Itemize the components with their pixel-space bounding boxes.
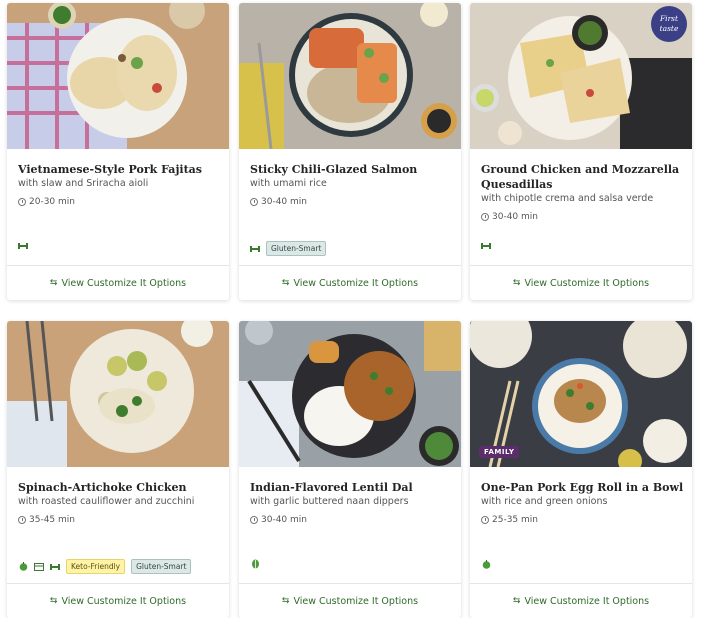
recipe-tags [481,559,491,569]
recipe-card[interactable]: Vietnamese-Style Pork Fajitas with slaw … [7,3,229,300]
gluten-smart-badge: Gluten-Smart [131,559,192,574]
swap-arrows-icon: ⇆ [512,278,521,288]
cook-time-text: 25-35 min [492,515,538,525]
customize-options-label: View Customize It Options [293,277,419,289]
keto-friendly-badge: Keto-Friendly [66,559,126,574]
recipe-card[interactable]: Indian-Flavored Lentil Dal with garlic b… [239,321,461,618]
recipe-title[interactable]: Indian-Flavored Lentil Dal [250,480,455,495]
dumbbell-icon [481,241,491,251]
customize-options-label: View Customize It Options [61,277,187,289]
cook-time-text: 30-40 min [261,515,307,525]
recipe-image[interactable] [7,3,229,149]
recipe-subtitle: with rice and green onions [481,496,608,507]
customize-options-link[interactable]: ⇆ View Customize It Options [239,266,461,300]
clock-icon [481,516,489,524]
leaf-icon [250,559,260,569]
recipe-subtitle: with roasted cauliflower and zucchini [18,496,195,507]
recipe-title[interactable]: Ground Chicken and Mozzarella Quesadilla… [481,162,686,192]
clock-icon [250,198,258,206]
recipe-tags: Gluten-Smart [250,241,327,256]
clock-icon [18,198,26,206]
recipe-title[interactable]: Sticky Chili-Glazed Salmon [250,162,455,177]
apple-icon [18,562,28,572]
swap-arrows-icon: ⇆ [281,596,290,606]
cook-time: 30-40 min [481,212,538,222]
recipe-title[interactable]: Vietnamese-Style Pork Fajitas [18,162,223,177]
swap-arrows-icon: ⇆ [49,596,58,606]
swap-arrows-icon: ⇆ [281,278,290,288]
dumbbell-icon [250,244,260,254]
recipe-tags [250,559,260,569]
gluten-smart-badge: Gluten-Smart [266,241,327,256]
cook-time-text: 35-45 min [29,515,75,525]
recipe-card[interactable]: Sticky Chili-Glazed Salmon with umami ri… [239,3,461,300]
container-icon [34,562,44,572]
recipe-tags [18,241,28,251]
recipe-grid: Vietnamese-Style Pork Fajitas with slaw … [0,0,703,618]
swap-arrows-icon: ⇆ [49,278,58,288]
recipe-title[interactable]: One-Pan Pork Egg Roll in a Bowl [481,480,686,495]
recipe-image[interactable] [239,321,461,467]
cook-time: 25-35 min [481,515,538,525]
recipe-subtitle: with umami rice [250,178,327,189]
apple-icon [481,559,491,569]
cook-time-text: 20-30 min [29,197,75,207]
customize-options-link[interactable]: ⇆ View Customize It Options [470,266,692,300]
customize-options-label: View Customize It Options [524,595,650,607]
recipe-tags: Keto-Friendly Gluten-Smart [18,559,192,574]
customize-options-label: View Customize It Options [524,277,650,289]
recipe-tags [481,241,491,251]
clock-icon [481,213,489,221]
recipe-subtitle: with chipotle crema and salsa verde [481,193,654,204]
recipe-image[interactable] [7,321,229,467]
clock-icon [250,516,258,524]
recipe-card[interactable]: First taste Ground Chicken and Mozzarell… [470,3,692,300]
recipe-subtitle: with slaw and Sriracha aioli [18,178,149,189]
swap-arrows-icon: ⇆ [512,596,521,606]
customize-options-label: View Customize It Options [61,595,187,607]
clock-icon [18,516,26,524]
customize-options-label: View Customize It Options [293,595,419,607]
cook-time-text: 30-40 min [261,197,307,207]
recipe-image[interactable] [239,3,461,149]
cook-time: 30-40 min [250,515,307,525]
recipe-card[interactable]: FAMILY One-Pan Pork Egg Roll in a Bowl w… [470,321,692,618]
first-taste-line2: taste [659,24,679,33]
customize-options-link[interactable]: ⇆ View Customize It Options [7,266,229,300]
family-flag: FAMILY [479,446,520,458]
dumbbell-icon [50,562,60,572]
cook-time: 30-40 min [250,197,307,207]
first-taste-line1: First [659,14,679,23]
recipe-subtitle: with garlic buttered naan dippers [250,496,409,507]
dumbbell-icon [18,241,28,251]
cook-time-text: 30-40 min [492,212,538,222]
first-taste-badge: First taste [651,6,687,42]
cook-time: 20-30 min [18,197,75,207]
recipe-title[interactable]: Spinach-Artichoke Chicken [18,480,223,495]
cook-time: 35-45 min [18,515,75,525]
recipe-card[interactable]: Spinach-Artichoke Chicken with roasted c… [7,321,229,618]
